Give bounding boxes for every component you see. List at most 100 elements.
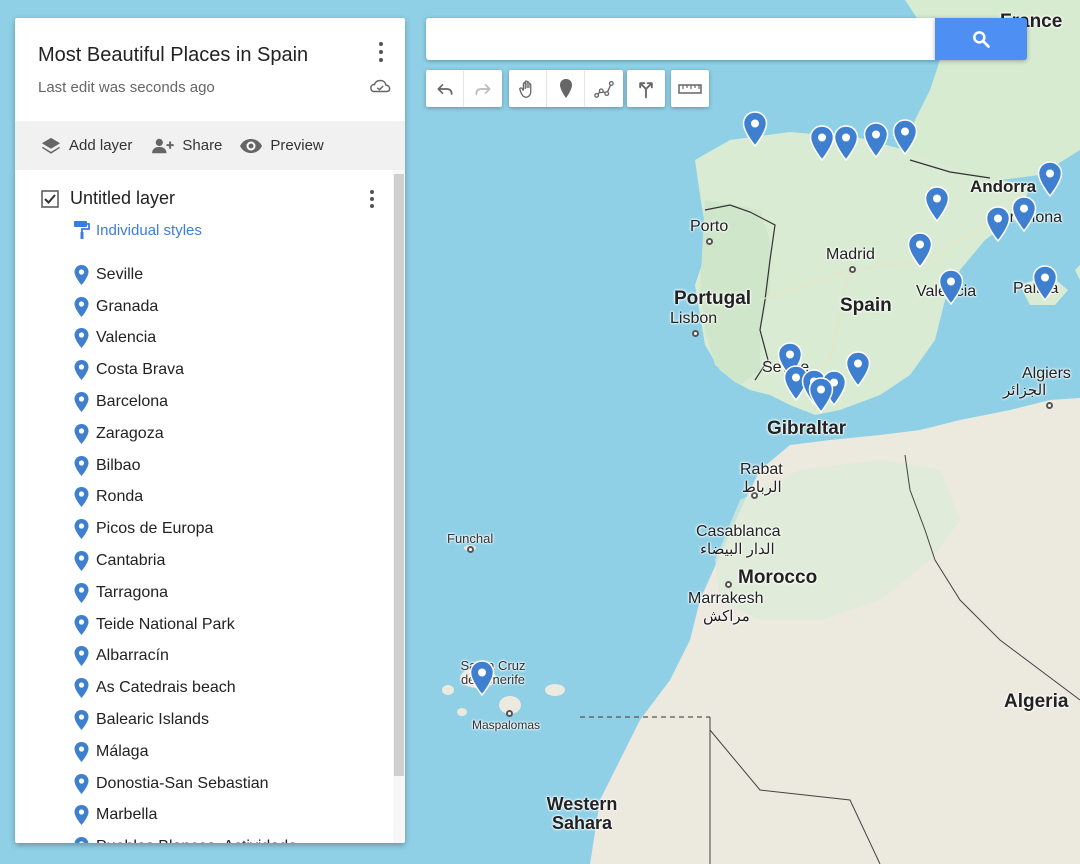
map-pin-icon[interactable] xyxy=(863,122,889,159)
map-pin-icon[interactable] xyxy=(809,125,835,162)
list-item[interactable]: Balearic Islands xyxy=(73,704,297,736)
map-pin-icon xyxy=(74,614,89,635)
add-marker-button[interactable] xyxy=(547,70,585,107)
map-pin-icon xyxy=(74,710,89,731)
list-item[interactable]: Barcelona xyxy=(73,386,297,418)
map-pin-icon xyxy=(74,646,89,667)
place-name: Bilbao xyxy=(96,456,141,474)
panel-scrollbar[interactable] xyxy=(393,170,405,843)
map-pin-icon[interactable] xyxy=(924,186,950,223)
add-layer-button[interactable]: Add layer xyxy=(40,136,132,156)
add-layer-label: Add layer xyxy=(69,137,133,154)
place-name: Albarracín xyxy=(96,647,169,665)
share-button[interactable]: Share xyxy=(149,137,222,155)
map-label-casablanca-ar: الدار البيضاء xyxy=(700,541,775,558)
add-directions-button[interactable] xyxy=(627,70,665,107)
place-name: Donostia-San Sebastian xyxy=(96,774,269,792)
select-items-button[interactable] xyxy=(509,70,547,107)
undo-button[interactable] xyxy=(426,70,464,107)
map-pin-icon xyxy=(74,487,89,508)
map-pin-icon[interactable] xyxy=(938,269,964,306)
map-pin-icon[interactable] xyxy=(1032,265,1058,302)
map-pin-icon xyxy=(74,264,89,285)
preview-label: Preview xyxy=(270,137,324,154)
map-pin-icon xyxy=(74,360,89,381)
map-pin-icon xyxy=(74,423,89,444)
list-item[interactable]: Granada xyxy=(73,291,297,323)
list-item[interactable]: Ronda xyxy=(73,482,297,514)
maspalomas-dot xyxy=(506,710,513,717)
list-item[interactable]: Málaga xyxy=(73,736,297,768)
map-pin-icon[interactable] xyxy=(1011,196,1037,233)
preview-button[interactable]: Preview xyxy=(239,137,324,154)
add-person-icon xyxy=(152,138,175,153)
map-pin-icon[interactable] xyxy=(1037,161,1063,198)
list-item[interactable]: Bilbao xyxy=(73,450,297,482)
individual-styles-link[interactable]: Individual styles xyxy=(73,220,202,240)
map-pin-icon xyxy=(74,392,89,413)
place-name: Seville xyxy=(96,265,144,283)
map-label-lisbon: Lisbon xyxy=(670,310,718,327)
search-input[interactable] xyxy=(426,18,936,60)
place-name: Valencia xyxy=(96,329,157,347)
list-item[interactable]: As Catedrais beach xyxy=(73,672,297,704)
map-pin-icon xyxy=(74,296,89,317)
map-pin-icon xyxy=(74,805,89,826)
measure-button[interactable] xyxy=(671,70,709,107)
line-icon xyxy=(594,80,614,98)
map-pin-icon xyxy=(74,741,89,762)
map-title[interactable]: Most Beautiful Places in Spain xyxy=(38,44,308,67)
layer-visibility-checkbox[interactable] xyxy=(40,189,60,209)
place-name: Ronda xyxy=(96,488,144,506)
map-label-andorra: Andorra xyxy=(970,177,1037,196)
list-item[interactable]: Pueblos Blancos, Actividade xyxy=(73,831,297,843)
map-label-funchal: Funchal xyxy=(447,531,494,546)
place-name: Barcelona xyxy=(96,393,169,411)
map-pin-icon xyxy=(74,519,89,540)
map-pin-icon[interactable] xyxy=(742,111,768,148)
map-pin-icon[interactable] xyxy=(808,377,834,414)
map-pin-icon[interactable] xyxy=(833,125,859,162)
map-pin-icon[interactable] xyxy=(985,206,1011,243)
list-item[interactable]: Marbella xyxy=(73,800,297,832)
list-item[interactable]: Costa Brava xyxy=(73,354,297,386)
list-item[interactable]: Teide National Park xyxy=(73,609,297,641)
edit-tools xyxy=(509,70,623,107)
redo-button[interactable] xyxy=(464,70,502,107)
ruler-icon xyxy=(678,83,702,94)
map-label-rabat-ar: الرباط xyxy=(742,479,782,496)
list-item[interactable]: Zaragoza xyxy=(73,418,297,450)
measure-tool xyxy=(671,70,709,107)
layer-title[interactable]: Untitled layer xyxy=(70,188,175,209)
search-button[interactable] xyxy=(935,18,1027,60)
list-item[interactable]: Donostia-San Sebastian xyxy=(73,768,297,800)
map-pin-icon[interactable] xyxy=(845,351,871,388)
list-item[interactable]: Tarragona xyxy=(73,577,297,609)
layer-options-menu-icon[interactable] xyxy=(365,188,379,210)
map-pin-icon xyxy=(74,328,89,349)
map-pin-icon xyxy=(74,773,89,794)
map-label-spain: Spain xyxy=(840,295,892,316)
draw-line-button[interactable] xyxy=(585,70,623,107)
list-item[interactable]: Valencia xyxy=(73,323,297,355)
list-item[interactable]: Picos de Europa xyxy=(73,513,297,545)
map-label-casablanca: Casablanca xyxy=(696,523,781,540)
map-pin-icon[interactable] xyxy=(469,660,495,697)
map-label-maspalomas: Maspalomas xyxy=(472,718,541,732)
map-pin-icon[interactable] xyxy=(907,232,933,269)
checkbox-checked-icon xyxy=(41,189,59,208)
place-name: Teide National Park xyxy=(96,615,235,633)
share-label: Share xyxy=(182,137,223,154)
marrakesh-dot xyxy=(725,581,732,588)
search-icon xyxy=(973,31,990,48)
scrollbar-thumb[interactable] xyxy=(394,174,404,776)
map-options-menu-icon[interactable] xyxy=(373,40,389,64)
layers-icon xyxy=(41,137,61,154)
map-pin-icon[interactable] xyxy=(892,119,918,156)
list-item[interactable]: Albarracín xyxy=(73,641,297,673)
layer-section: Untitled layer Individual styles Seville… xyxy=(15,170,405,843)
list-item[interactable]: Seville xyxy=(73,259,297,291)
map-pin-icon xyxy=(74,582,89,603)
map-label-porto: Porto xyxy=(690,218,729,235)
list-item[interactable]: Cantabria xyxy=(73,545,297,577)
